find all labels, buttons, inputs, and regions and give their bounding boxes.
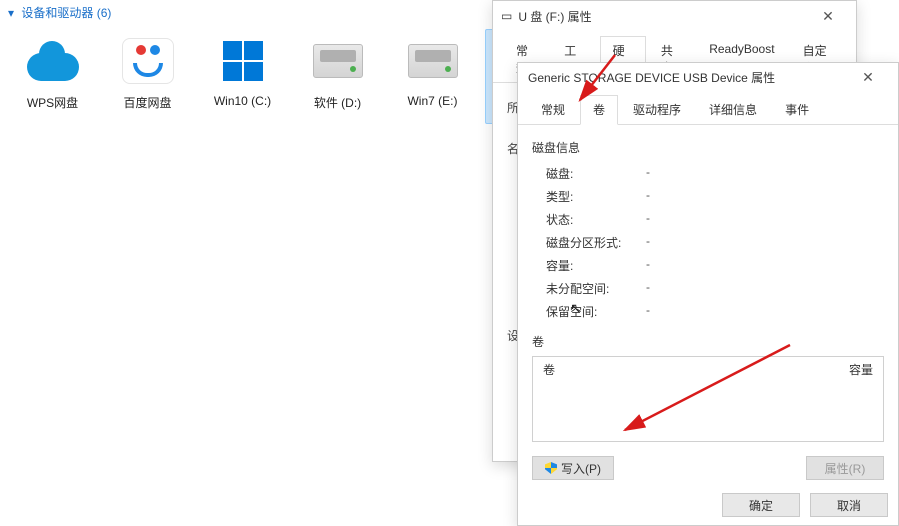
info-val: - — [646, 257, 650, 274]
drive-item-wps[interactable]: WPS网盘 — [10, 29, 95, 124]
tab-events[interactable]: 事件 — [772, 95, 822, 125]
tab-volumes[interactable]: 卷 — [580, 95, 618, 125]
cancel-button[interactable]: 取消 — [810, 493, 888, 517]
hdd-icon — [403, 36, 463, 86]
info-key: 类型: — [546, 188, 646, 205]
dialog1-title: U 盘 (F:) 属性 — [518, 8, 591, 25]
baidu-icon — [118, 36, 178, 86]
info-val: - — [646, 234, 650, 251]
info-row-reserved: 保留空间:- — [546, 300, 884, 323]
volume-properties-button[interactable]: 属性(R) — [806, 456, 884, 480]
drive-label: 百度网盘 — [123, 94, 171, 111]
close-icon[interactable]: ✕ — [808, 8, 848, 25]
col-volume[interactable]: 卷 — [533, 357, 683, 382]
mouse-cursor-icon: ↖ — [570, 300, 582, 317]
info-key: 容量: — [546, 257, 646, 274]
dialog2-titlebar[interactable]: Generic STORAGE DEVICE USB Device 属性 ✕ — [518, 63, 898, 90]
info-key: 保留空间: — [546, 303, 646, 320]
drive-label: 软件 (D:) — [314, 94, 361, 111]
populate-button[interactable]: 写入(P) — [532, 456, 614, 480]
drive-label: Win7 (E:) — [407, 94, 457, 108]
dialog2-title: Generic STORAGE DEVICE USB Device 属性 — [528, 69, 775, 86]
uac-shield-icon — [545, 462, 557, 474]
device-properties-dialog: Generic STORAGE DEVICE USB Device 属性 ✕ 常… — [517, 62, 899, 526]
tab-general[interactable]: 常规 — [528, 95, 578, 125]
disk-info-grid: 磁盘:- 类型:- 状态:- 磁盘分区形式:- 容量:- 未分配空间:- 保留空… — [546, 162, 884, 323]
populate-button-label: 写入(P) — [561, 460, 601, 477]
info-val: - — [646, 211, 650, 228]
info-key: 未分配空间: — [546, 280, 646, 297]
volumes-table[interactable]: 卷 容量 — [532, 356, 884, 442]
close-icon[interactable]: ✕ — [848, 69, 888, 86]
drive-item-d[interactable]: 软件 (D:) — [295, 29, 380, 124]
disk-info-group-label: 磁盘信息 — [532, 139, 884, 156]
dialog2-bottom-buttons: 确定 取消 — [722, 493, 888, 517]
drive-small-icon: ▭ — [501, 9, 512, 23]
tab-details[interactable]: 详细信息 — [696, 95, 770, 125]
drive-item-c[interactable]: Win10 (C:) — [200, 29, 285, 124]
cancel-button-label: 取消 — [837, 497, 861, 514]
info-key: 磁盘分区形式: — [546, 234, 646, 251]
hdd-icon — [308, 36, 368, 86]
volumes-table-header: 卷 容量 — [533, 357, 883, 382]
drive-item-e[interactable]: Win7 (E:) — [390, 29, 475, 124]
info-val: - — [646, 165, 650, 182]
tab-driver[interactable]: 驱动程序 — [620, 95, 694, 125]
info-row-capacity: 容量:- — [546, 254, 884, 277]
info-row-type: 类型:- — [546, 185, 884, 208]
col-capacity[interactable]: 容量 — [839, 357, 883, 382]
windows-logo-icon — [213, 36, 273, 86]
drive-item-baidu[interactable]: 百度网盘 — [105, 29, 190, 124]
volume-properties-button-label: 属性(R) — [825, 460, 866, 477]
info-key: 磁盘: — [546, 165, 646, 182]
info-row-disk: 磁盘:- — [546, 162, 884, 185]
volume-buttons: 写入(P) 属性(R) — [532, 456, 884, 480]
devices-section-label: 设备和驱动器 (6) — [21, 6, 111, 20]
dialog2-tabs: 常规 卷 驱动程序 详细信息 事件 — [518, 90, 898, 125]
cloud-wps-icon — [23, 36, 83, 86]
info-row-unallocated: 未分配空间:- — [546, 277, 884, 300]
info-row-status: 状态:- — [546, 208, 884, 231]
ok-button-label: 确定 — [749, 497, 773, 514]
info-val: - — [646, 280, 650, 297]
drive-label: Win10 (C:) — [214, 94, 271, 108]
info-val: - — [646, 303, 650, 320]
info-val: - — [646, 188, 650, 205]
info-key: 状态: — [546, 211, 646, 228]
drive-label: WPS网盘 — [27, 94, 78, 111]
ok-button[interactable]: 确定 — [722, 493, 800, 517]
volumes-label: 卷 — [532, 333, 884, 350]
info-row-partition: 磁盘分区形式:- — [546, 231, 884, 254]
dialog1-titlebar[interactable]: ▭ U 盘 (F:) 属性 ✕ — [493, 1, 856, 31]
